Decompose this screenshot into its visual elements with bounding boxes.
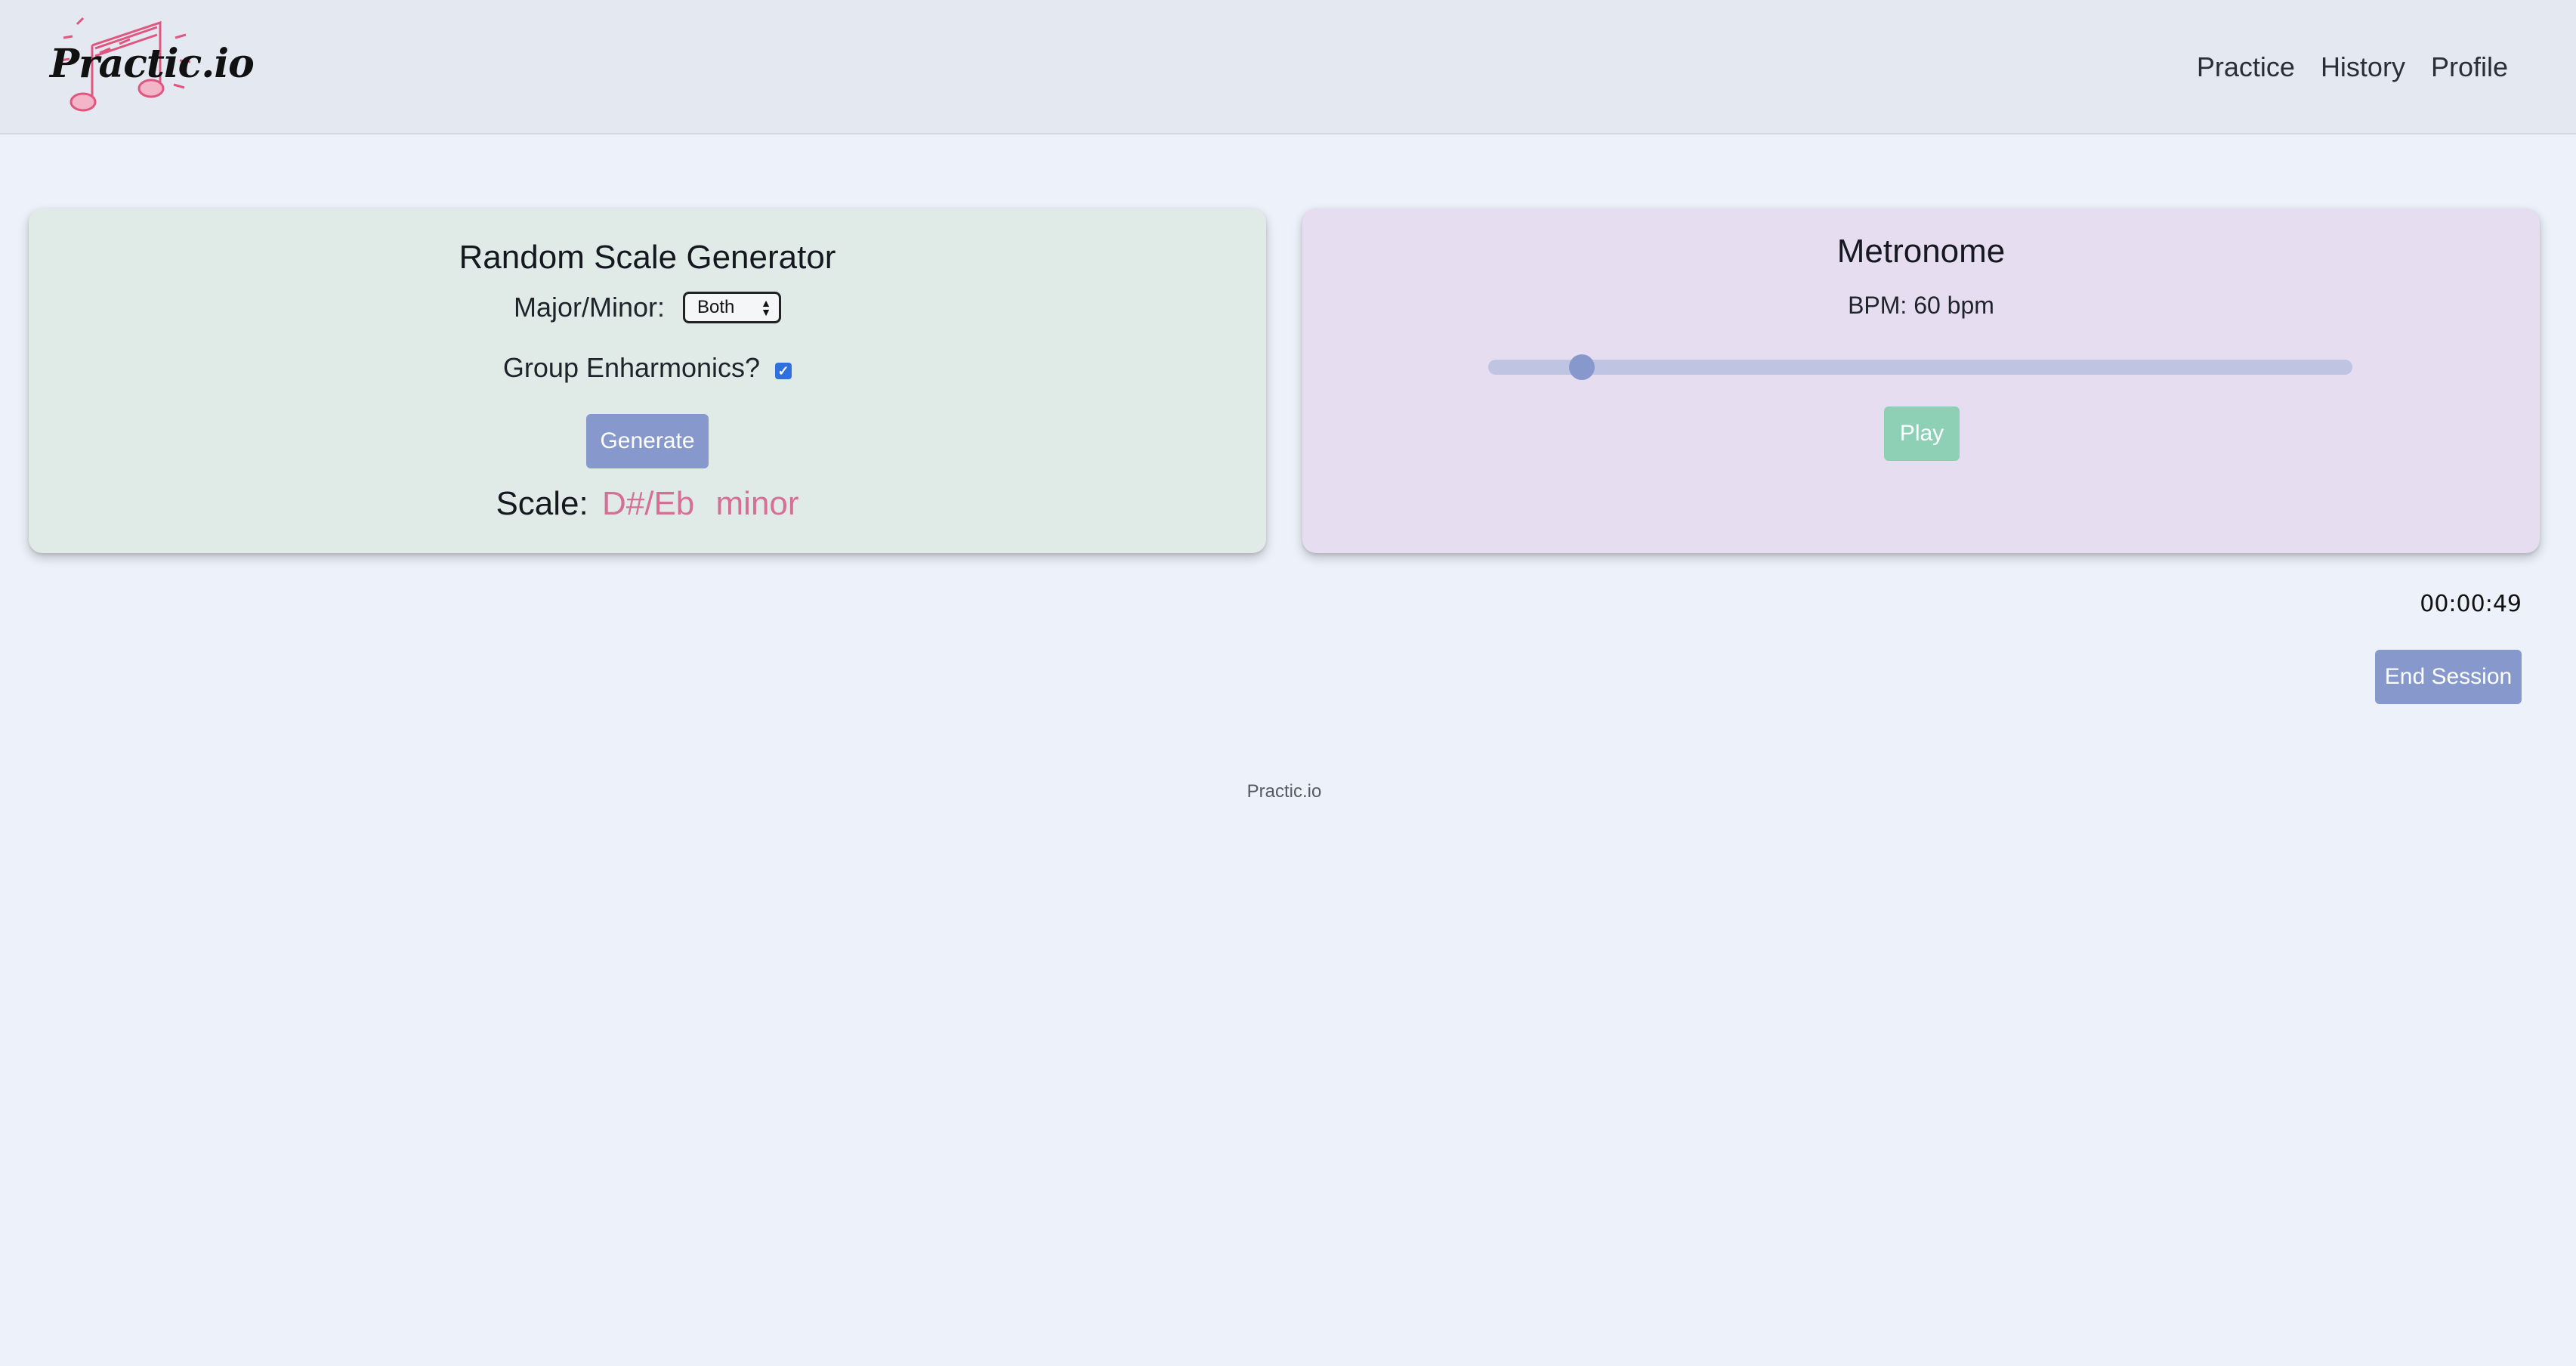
- select-arrows-icon: ▲ ▼: [761, 297, 772, 318]
- scale-generator-card: Random Scale Generator Major/Minor: Both…: [29, 209, 1266, 553]
- play-button[interactable]: Play: [1884, 406, 1960, 461]
- scale-label: Scale:: [496, 485, 588, 522]
- checkmark-icon: ✓: [777, 363, 789, 379]
- session-timer: 00:00:49: [2420, 591, 2522, 617]
- logo-text: Practic.io: [50, 41, 255, 87]
- scale-result: Scale: D#/Eb minor: [29, 485, 1266, 523]
- enharmonics-label: Group Enharmonics?: [502, 352, 761, 383]
- nav-practice[interactable]: Practice: [2197, 51, 2295, 83]
- nav-profile[interactable]: Profile: [2431, 51, 2508, 83]
- generate-button[interactable]: Generate: [586, 414, 709, 468]
- logo[interactable]: Practic.io: [47, 15, 255, 113]
- top-navbar: Practic.io Practice History Profile: [0, 0, 2576, 134]
- scale-value: D#/Eb: [601, 485, 695, 522]
- enharmonics-checkbox[interactable]: ✓: [775, 363, 792, 379]
- footer-text: Practic.io: [1246, 781, 1322, 802]
- main-nav: Practice History Profile: [2197, 51, 2508, 83]
- scale-mode: minor: [715, 485, 799, 522]
- enharmonics-row: Group Enharmonics? ✓: [29, 352, 1266, 384]
- major-minor-label: Major/Minor:: [513, 292, 666, 323]
- scale-generator-title: Random Scale Generator: [459, 239, 836, 276]
- bpm-readout: BPM: 60 bpm: [1848, 292, 1994, 319]
- metronome-card: Metronome BPM: 60 bpm Play: [1302, 209, 2540, 553]
- bpm-slider[interactable]: [1488, 354, 2352, 380]
- nav-history[interactable]: History: [2321, 51, 2405, 83]
- metronome-title: Metronome: [1836, 233, 2006, 270]
- major-minor-row: Major/Minor: Both ▲ ▼: [29, 292, 1266, 323]
- major-minor-selected-value: Both: [697, 297, 735, 317]
- major-minor-select[interactable]: Both ▲ ▼: [683, 292, 782, 323]
- end-session-button[interactable]: End Session: [2375, 650, 2522, 704]
- bpm-slider-thumb[interactable]: [1568, 354, 1595, 380]
